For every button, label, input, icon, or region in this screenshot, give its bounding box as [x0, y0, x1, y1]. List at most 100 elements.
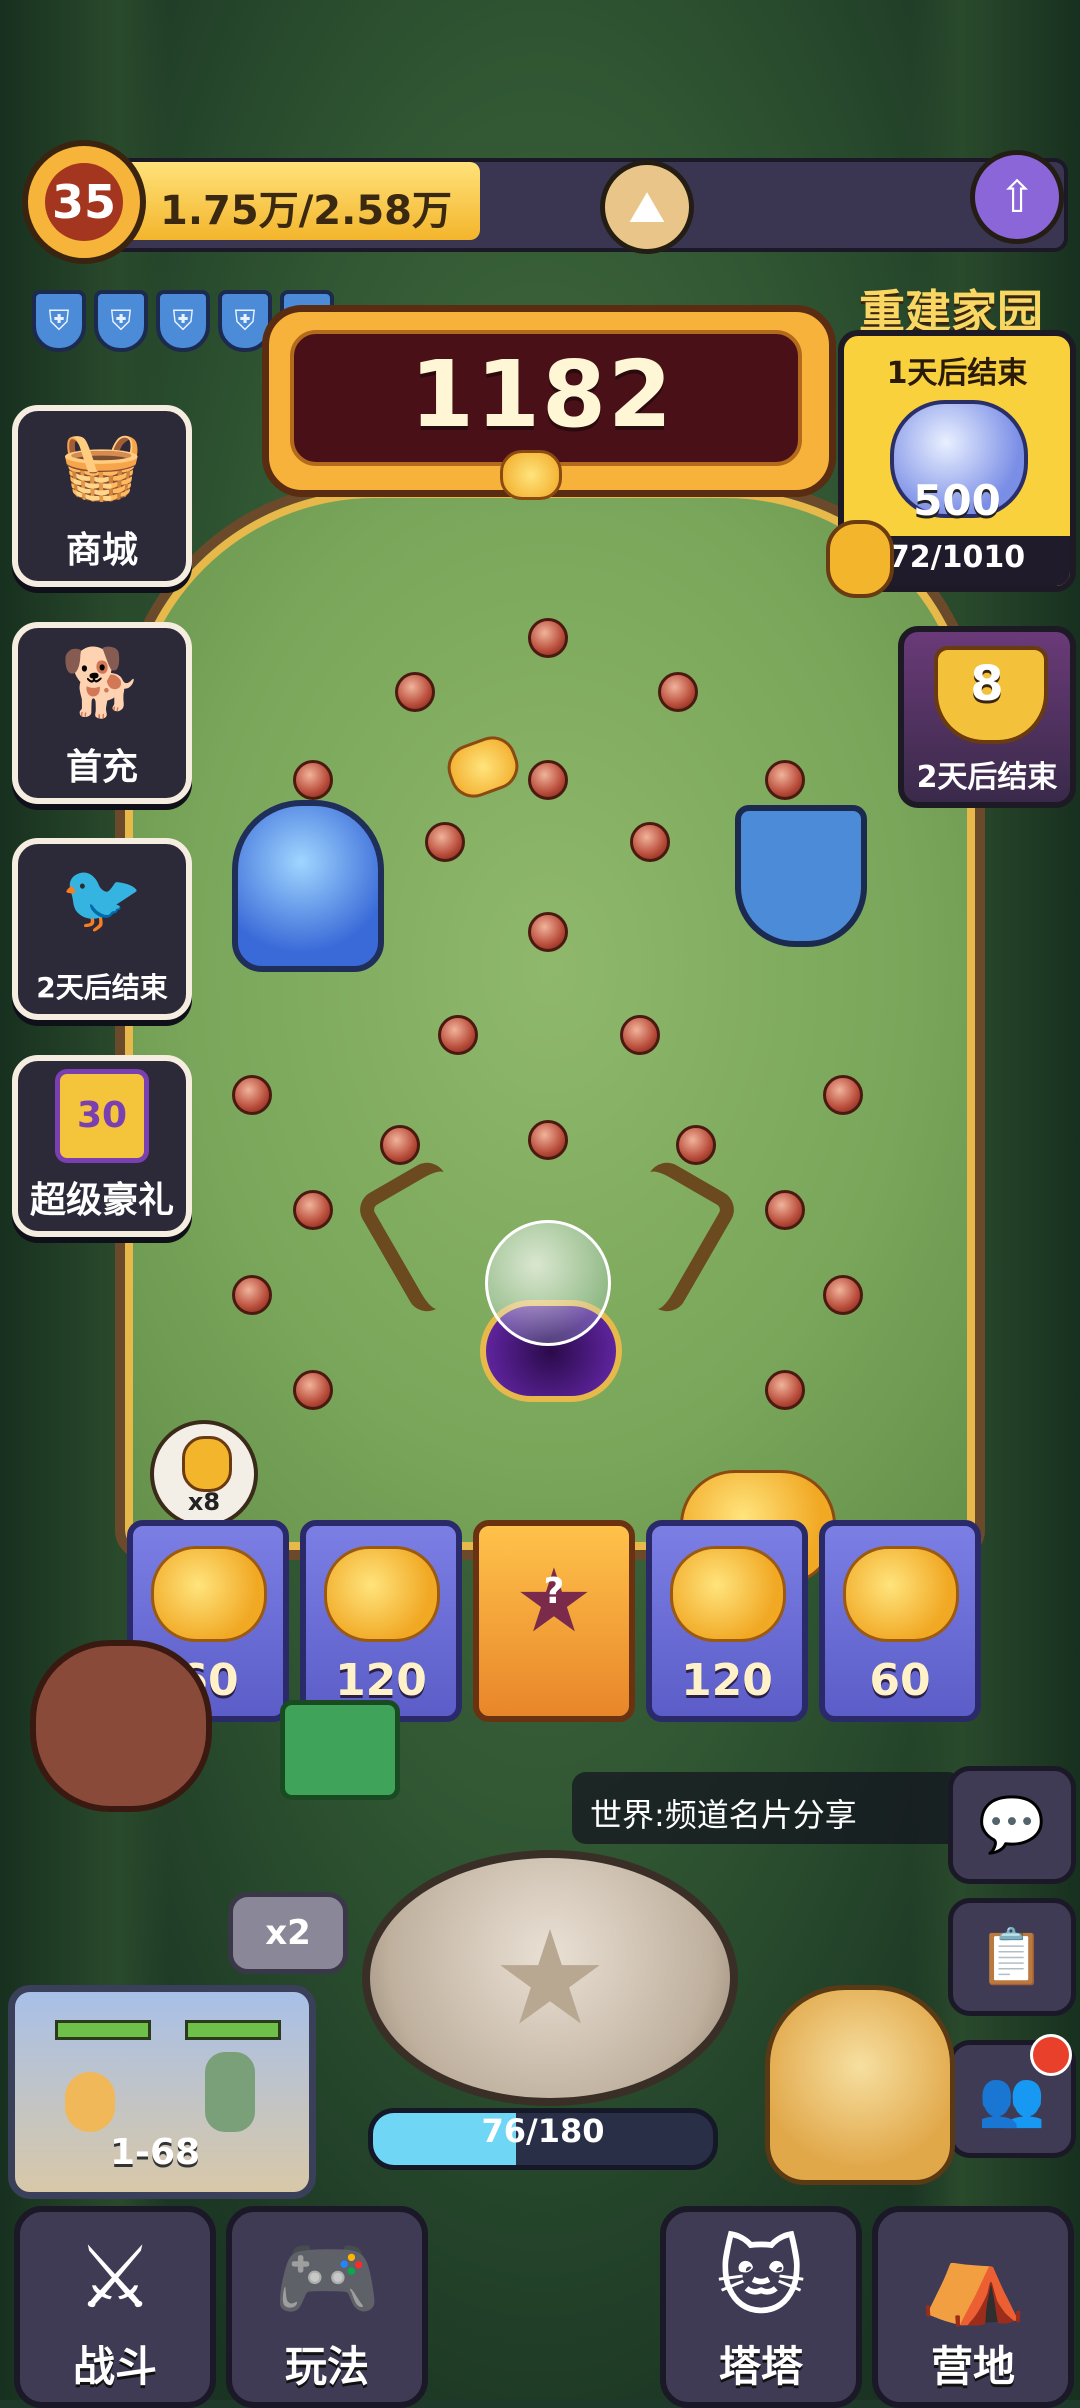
shop-button[interactable]: 🧺 商城 — [12, 405, 192, 587]
nav-battle-label: 战斗 — [72, 2342, 157, 2391]
nav-gameplay-label: 玩法 — [284, 2342, 369, 2391]
drop-count: x8 — [187, 1488, 221, 1516]
shield-icon: ⛨ — [156, 290, 210, 352]
lion-mascot[interactable] — [765, 1985, 955, 2185]
first-recharge-label: 首充 — [65, 747, 138, 788]
cauldron-decoration — [30, 1640, 212, 1812]
nav-tata[interactable]: 🐱 塔塔 — [660, 2206, 862, 2408]
peg — [293, 760, 333, 800]
chat-button[interactable]: 💬 — [948, 1766, 1076, 1884]
peg — [528, 912, 568, 952]
golden-screw-icon — [826, 520, 894, 598]
peg — [765, 760, 805, 800]
shield-bumper — [735, 805, 867, 947]
upgrade-arrow-icon[interactable]: ⇧ — [970, 150, 1064, 244]
crossed-swords-icon: ⚔ — [76, 2228, 154, 2328]
peg — [528, 1120, 568, 1160]
golden-screw-icon — [182, 1436, 232, 1492]
speed-multiplier-button[interactable]: x2 — [228, 1892, 348, 1974]
peg — [395, 672, 435, 712]
bin-value: 120 — [681, 1655, 773, 1706]
hero-character — [65, 2072, 115, 2132]
peg — [380, 1125, 420, 1165]
peg — [438, 1015, 478, 1055]
tent-icon: ⛺ — [919, 2229, 1027, 2329]
reward-bin-5: 60 — [819, 1520, 981, 1722]
gift-bubble-icon — [485, 1220, 611, 1346]
peg — [765, 1190, 805, 1230]
peg — [630, 822, 670, 862]
zombie-character — [205, 2052, 255, 2132]
peg — [823, 1075, 863, 1115]
chat-bubble-icon: 💬 — [978, 1793, 1046, 1856]
candy-ball — [500, 450, 562, 500]
score-value: 1182 — [409, 340, 675, 448]
screw-drop-marker: x8 — [150, 1420, 258, 1528]
trophy-event-card[interactable]: 8 2天后结束 — [898, 626, 1076, 808]
bird-character-icon: 🐦 — [60, 860, 144, 937]
shield-icon: ⛨ — [32, 290, 86, 352]
rebuild-event-timer: 1天后结束 — [886, 356, 1028, 391]
super-gift-label: 超级豪礼 — [29, 1180, 174, 1221]
chat-preview[interactable]: 世界:频道名片分享 — [572, 1772, 962, 1844]
peg — [528, 618, 568, 658]
bin-value: 60 — [869, 1655, 931, 1706]
xp-text: 1.75万/2.58万 — [160, 188, 452, 234]
peg — [232, 1075, 272, 1115]
candy-pile-icon — [324, 1546, 440, 1642]
nav-camp-label: 营地 — [930, 2342, 1015, 2391]
shop-label: 商城 — [65, 530, 138, 571]
peg — [620, 1015, 660, 1055]
super-gift-button[interactable]: 30 超级豪礼 — [12, 1055, 192, 1237]
nav-battle[interactable]: ⚔ 战斗 — [14, 2206, 216, 2408]
nav-camp[interactable]: ⛺ 营地 — [872, 2206, 1074, 2408]
level-badge[interactable]: 35 — [22, 140, 146, 264]
bin-value: 120 — [335, 1655, 427, 1706]
chat-text: 世界:频道名片分享 — [590, 1796, 857, 1834]
level-number: 35 — [45, 163, 123, 241]
peg — [293, 1190, 333, 1230]
trophy-number: 8 — [970, 656, 1004, 712]
cat-character-icon: 🐱 — [716, 2228, 806, 2328]
first-recharge-button[interactable]: 🐕 首充 — [12, 622, 192, 804]
star-orb-bumper — [232, 800, 384, 972]
rebuild-reward-amount: 500 — [913, 476, 1001, 525]
mystery-mark: ? — [543, 1571, 565, 1612]
notification-dot — [1030, 2034, 1072, 2076]
peg — [658, 672, 698, 712]
peg — [528, 760, 568, 800]
reward-bin-2: 120 — [300, 1520, 462, 1722]
star-icon: ★ — [491, 1902, 609, 2054]
peg — [425, 822, 465, 862]
peg — [823, 1275, 863, 1315]
reward-bin-4: 120 — [646, 1520, 808, 1722]
clipboard-check-icon: 📋 — [978, 1925, 1046, 1988]
gamepad-icon: 🎮 — [273, 2229, 381, 2329]
peg — [765, 1370, 805, 1410]
nav-tata-label: 塔塔 — [718, 2342, 803, 2391]
enemy-health-bar — [185, 2020, 281, 2040]
limited-event-button[interactable]: 🐦 2天后结束 — [12, 838, 192, 1020]
multiplier-label: x2 — [265, 1913, 311, 1953]
nav-gameplay[interactable]: 🎮 玩法 — [226, 2206, 428, 2408]
candy-pile-icon — [151, 1546, 267, 1642]
dog-character-icon: 🐕 — [60, 644, 144, 721]
candy-pile-icon — [843, 1546, 959, 1642]
trophy-event-timer: 2天后结束 — [916, 760, 1058, 795]
stage-preview[interactable]: 1-68 — [8, 1985, 316, 2199]
launch-button[interactable]: ★ — [362, 1850, 738, 2106]
gift-box-decoration — [280, 1700, 400, 1800]
peg — [293, 1370, 333, 1410]
limited-event-label: 2天后结束 — [36, 971, 168, 1004]
tasks-button[interactable]: 📋 — [948, 1898, 1076, 2016]
friends-icon: 👥 — [978, 2067, 1046, 2130]
gift-badge: 30 — [55, 1069, 149, 1163]
stage-label: 1-68 — [109, 2132, 201, 2173]
gift-box-30-icon: 30 — [18, 1061, 186, 1171]
mystery-bin: ★ ? — [473, 1520, 635, 1722]
shield-icon: ⛨ — [94, 290, 148, 352]
energy-text: 76/180 — [481, 2112, 605, 2150]
level-up-arrow-icon[interactable]: ⛰ — [600, 160, 694, 254]
candy-pile-icon — [670, 1546, 786, 1642]
peg — [232, 1275, 272, 1315]
